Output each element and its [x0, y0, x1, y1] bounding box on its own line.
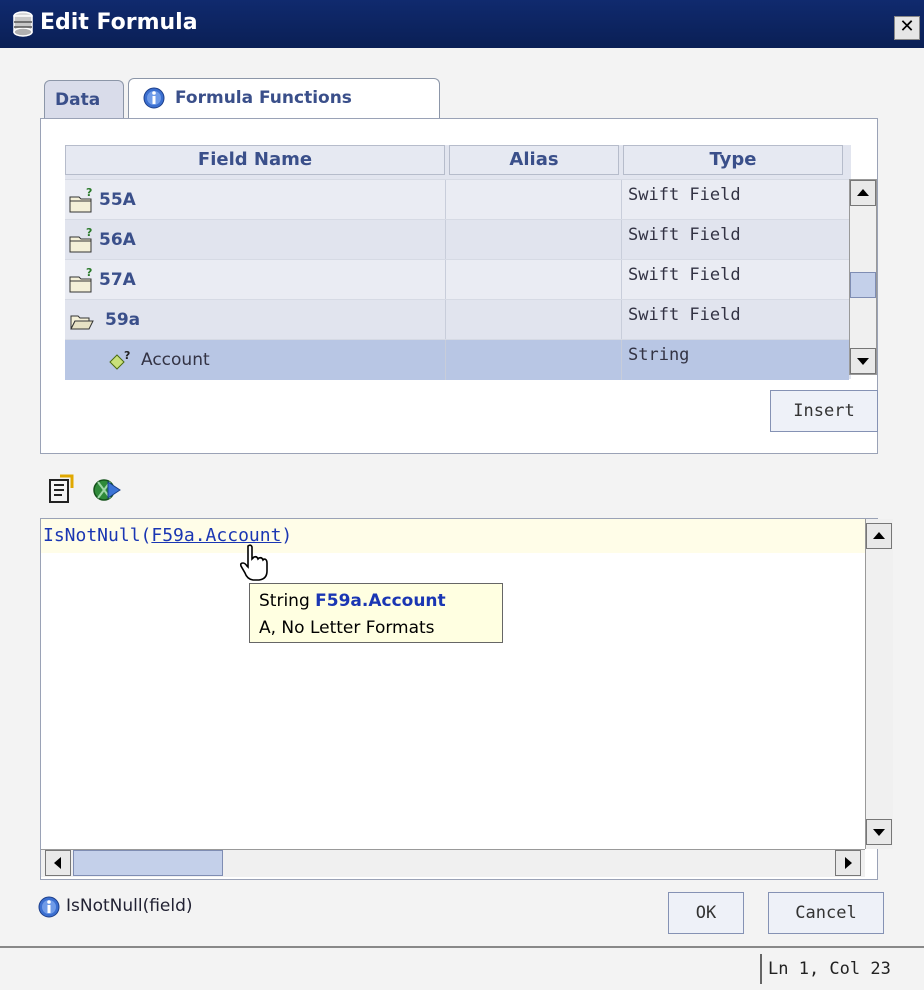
- title-bar: Edit Formula ✕: [0, 0, 924, 48]
- field-name-text: 55A: [99, 190, 136, 210]
- close-icon[interactable]: ✕: [899, 16, 914, 37]
- arrow-up-icon[interactable]: [867, 524, 891, 548]
- cursor-position: Ln 1, Col 23: [760, 954, 891, 984]
- svg-text:?: ?: [124, 350, 130, 362]
- scroll-down-button[interactable]: [850, 348, 876, 374]
- table-row[interactable]: ? 56A Swift Field: [65, 219, 849, 260]
- alias-cell: [445, 220, 621, 260]
- tab-data-label: Data: [55, 90, 101, 110]
- svg-text:?: ?: [86, 228, 92, 239]
- grid-vertical-scrollbar[interactable]: [849, 179, 877, 375]
- hand-pointer-icon: [239, 544, 268, 581]
- field-name-text: 59a: [105, 310, 141, 330]
- info-icon: [143, 87, 165, 109]
- field-name-cell: ? 55A: [65, 180, 445, 220]
- column-header-alias[interactable]: Alias: [449, 145, 619, 175]
- folder-question-icon: ?: [69, 228, 92, 253]
- field-name-cell: ? Account: [65, 340, 445, 380]
- field-name-cell: 59a: [65, 300, 445, 340]
- cancel-button[interactable]: Cancel: [768, 892, 884, 934]
- data-panel: Field Name Alias Type ? 55A Swift Field: [40, 118, 878, 454]
- editor-vertical-scrollbar[interactable]: [865, 519, 893, 849]
- column-header-type[interactable]: Type: [623, 145, 843, 175]
- scroll-left-button[interactable]: [45, 850, 71, 876]
- field-name-text: 56A: [99, 230, 136, 250]
- table-row[interactable]: ? 57A Swift Field: [65, 259, 849, 300]
- scroll-up-button[interactable]: [850, 180, 876, 206]
- type-cell: String: [621, 340, 845, 380]
- scroll-down-button[interactable]: [866, 819, 892, 845]
- function-hint-text: IsNotNull(field): [66, 896, 193, 916]
- scroll-up-button[interactable]: [866, 523, 892, 549]
- tooltip-field: F59a.Account: [315, 591, 446, 611]
- arrow-right-icon[interactable]: [836, 851, 860, 875]
- code-line[interactable]: IsNotNull(F59a.Account): [41, 519, 865, 553]
- insert-button[interactable]: Insert: [770, 390, 878, 432]
- status-bar: Ln 1, Col 23: [0, 946, 924, 990]
- database-icon: [13, 11, 33, 37]
- field-name-text: Account: [141, 350, 210, 370]
- type-cell: Swift Field: [621, 220, 845, 260]
- table-row-selected[interactable]: ? Account String: [65, 339, 849, 380]
- folder-question-icon: ?: [69, 268, 92, 293]
- arrow-up-icon[interactable]: [851, 181, 875, 205]
- ok-button[interactable]: OK: [668, 892, 744, 934]
- field-tooltip: String F59a.Account A, No Letter Formats: [249, 583, 503, 643]
- validate-formula-icon[interactable]: [90, 474, 122, 506]
- edit-formula-dialog: Edit Formula ✕ Data Formula Functions Fi…: [0, 0, 924, 990]
- scroll-thumb[interactable]: [850, 272, 876, 298]
- type-cell: Swift Field: [621, 180, 845, 220]
- table-row[interactable]: ? 55A Swift Field: [65, 179, 849, 220]
- code-close-paren: ): [281, 525, 293, 546]
- arrow-left-icon[interactable]: [46, 851, 70, 875]
- tab-data[interactable]: Data: [44, 80, 124, 118]
- diamond-question-icon: ?: [109, 350, 130, 370]
- alias-cell: [445, 300, 621, 340]
- field-name-cell: ? 57A: [65, 260, 445, 300]
- svg-text:?: ?: [86, 188, 92, 199]
- alias-cell: [445, 260, 621, 300]
- alias-cell: [445, 180, 621, 220]
- alias-cell: [445, 340, 621, 380]
- column-header-field-name[interactable]: Field Name: [65, 145, 445, 175]
- svg-text:?: ?: [86, 268, 92, 279]
- field-name-cell: ? 56A: [65, 220, 445, 260]
- close-button[interactable]: ✕: [894, 16, 920, 40]
- tooltip-detail: A, No Letter Formats: [259, 618, 435, 638]
- folder-question-icon: ?: [69, 188, 92, 213]
- field-grid: Field Name Alias Type ? 55A Swift Field: [65, 145, 851, 380]
- info-icon: [38, 896, 60, 918]
- arrow-down-icon[interactable]: [867, 820, 891, 844]
- tooltip-type: String: [259, 591, 310, 611]
- scroll-thumb[interactable]: [73, 850, 223, 876]
- code-function: IsNotNull(: [43, 525, 152, 546]
- type-cell: Swift Field: [621, 300, 845, 340]
- dialog-title: Edit Formula: [40, 10, 198, 35]
- tooltip-line-1: String F59a.Account: [259, 588, 493, 615]
- folder-open-icon: [70, 315, 94, 330]
- formula-editor[interactable]: IsNotNull(F59a.Account) String F59a.Acco…: [40, 518, 893, 880]
- clear-formula-icon[interactable]: [46, 474, 76, 506]
- editor-horizontal-scrollbar[interactable]: [41, 849, 865, 877]
- table-row[interactable]: 59a Swift Field: [65, 299, 849, 340]
- type-cell: Swift Field: [621, 260, 845, 300]
- tab-formula-functions[interactable]: Formula Functions: [128, 78, 440, 118]
- arrow-down-icon[interactable]: [851, 349, 875, 373]
- scroll-right-button[interactable]: [835, 850, 861, 876]
- tab-formula-functions-label: Formula Functions: [175, 88, 352, 108]
- field-name-text: 57A: [99, 270, 136, 290]
